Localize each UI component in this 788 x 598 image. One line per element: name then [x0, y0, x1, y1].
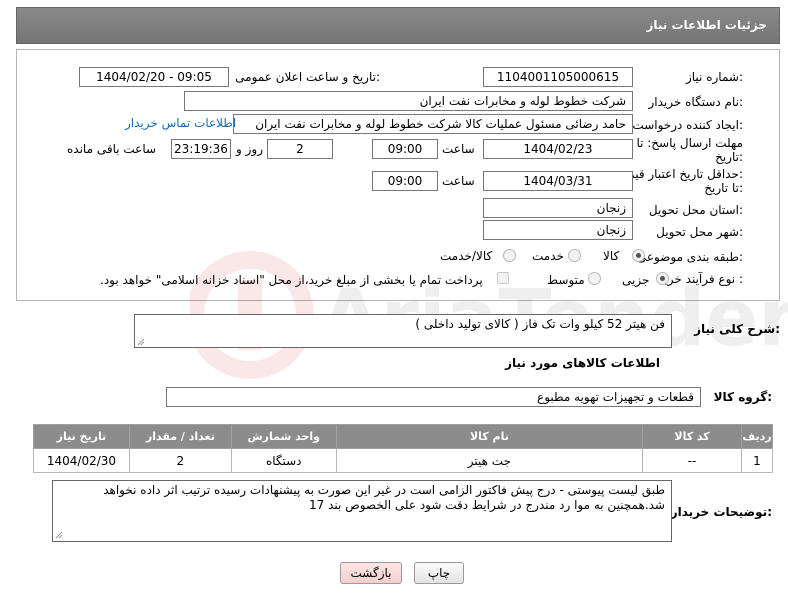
buyer-org-field[interactable]: شرکت خطوط لوله و مخابرات نفت ایران — [184, 91, 633, 111]
buyer-notes-label: توضیحات خریدار: — [670, 505, 772, 519]
category-radio-goods-service[interactable] — [503, 249, 516, 262]
reply-deadline-label-2: تاریخ: — [715, 150, 743, 164]
cell-item-name: جت هیتر — [335, 448, 644, 473]
creator-label: ایجاد کننده درخواست: — [632, 118, 743, 132]
category-radio-service[interactable] — [568, 249, 581, 262]
price-deadline-label-2: تا تاریخ: — [704, 181, 743, 195]
province-label: استان محل تحویل: — [648, 203, 743, 217]
city-field[interactable]: زنجان — [483, 220, 633, 240]
category-option-goods: کالا — [603, 249, 620, 263]
col-row: ردیف — [740, 424, 774, 449]
reply-time-field[interactable]: 09:00 — [372, 139, 438, 159]
purchase-radio-minor[interactable] — [656, 272, 669, 285]
cell-unit: دستگاه — [230, 448, 337, 473]
page-header: جزئیات اطلاعات نیاز — [16, 7, 780, 44]
category-option-goods-service: کالا/خدمت — [440, 249, 493, 263]
cell-quantity: 2 — [128, 448, 232, 473]
purchase-type-label: نوع فرآیند خرید : — [658, 272, 743, 286]
treasury-payment-checkbox[interactable] — [497, 272, 509, 284]
announce-field[interactable]: 1404/02/20 - 09:05 — [79, 67, 229, 87]
col-quantity: تعداد / مقدار — [128, 424, 232, 449]
need-number-label: شماره نیاز: — [685, 70, 743, 84]
table-row[interactable]: 1404/02/30 2 دستگاه جت هیتر -- 1 — [33, 448, 774, 473]
cell-row: 1 — [740, 448, 774, 473]
purchase-radio-medium[interactable] — [588, 272, 601, 285]
price-date-field[interactable]: 1404/03/31 — [483, 171, 633, 191]
price-time-field[interactable]: 09:00 — [372, 171, 438, 191]
resize-grip-icon[interactable] — [137, 338, 145, 346]
reply-deadline-label: مهلت ارسال پاسخ: تا — [636, 136, 743, 150]
announce-label: تاریخ و ساعت اعلان عمومی: — [235, 70, 380, 84]
treasury-payment-note: پرداخت تمام یا بخشی از مبلغ خرید،از محل … — [100, 273, 483, 287]
price-time-label: ساعت — [442, 174, 475, 188]
goods-group-field[interactable]: قطعات و تجهیزات تهویه مطبوع — [166, 387, 701, 407]
goods-group-label: گروه کالا: — [713, 390, 772, 404]
col-item-code: کد کالا — [642, 424, 742, 449]
province-field[interactable]: زنجان — [483, 198, 633, 218]
category-option-service: خدمت — [532, 249, 564, 263]
description-textarea[interactable]: فن هیتر 52 کیلو وات تک فاز ( کالای تولید… — [134, 314, 672, 348]
col-unit: واحد شمارش — [230, 424, 337, 449]
buyer-notes-line-1: طبق لیست پیوستی - درج پیش فاکتور الزامی … — [103, 483, 665, 497]
resize-grip-icon[interactable] — [55, 531, 63, 539]
print-button[interactable]: چاپ — [414, 562, 464, 584]
buyer-contact-link[interactable]: اطلاعات تماس خریدار — [125, 116, 236, 130]
category-radio-goods[interactable] — [632, 249, 645, 262]
days-label: روز و — [236, 142, 263, 156]
creator-field[interactable]: حامد رضائی مسئول عملیات کالا شرکت خطوط ل… — [233, 114, 633, 134]
description-label: شرح کلی نیاز: — [694, 322, 780, 336]
cell-item-code: -- — [642, 448, 742, 473]
buyer-notes-line-2: شد.همچنین به موا رد مندرج در شرایط دقت ش… — [309, 498, 665, 512]
remaining-time-label: ساعت باقی مانده — [67, 142, 157, 156]
purchase-option-minor: جزیی — [622, 273, 650, 287]
goods-section-title: اطلاعات کالاهای مورد نیاز — [505, 356, 660, 370]
buyer-org-label: نام دستگاه خریدار: — [648, 95, 744, 109]
col-item-name: نام کالا — [335, 424, 644, 449]
need-number-field[interactable]: 1104001105000615 — [483, 67, 633, 87]
reply-time-label: ساعت — [442, 142, 475, 156]
reply-date-field[interactable]: 1404/02/23 — [483, 139, 633, 159]
description-text: فن هیتر 52 کیلو وات تک فاز ( کالای تولید… — [415, 317, 665, 331]
category-label: طبقه بندی موضوعی: — [636, 250, 743, 264]
col-need-date: تاریخ نیاز — [33, 424, 130, 449]
goods-table: تاریخ نیاز تعداد / مقدار واحد شمارش نام … — [33, 424, 774, 473]
cell-need-date: 1404/02/30 — [33, 448, 130, 473]
goods-table-header: تاریخ نیاز تعداد / مقدار واحد شمارش نام … — [33, 424, 774, 449]
purchase-option-medium: متوسط — [547, 273, 585, 287]
days-field[interactable]: 2 — [267, 139, 333, 159]
price-deadline-label: حداقل تاریخ اعتبار قیمت: — [616, 167, 743, 181]
buyer-notes-textarea[interactable]: طبق لیست پیوستی - درج پیش فاکتور الزامی … — [52, 480, 672, 542]
city-label: شهر محل تحویل: — [656, 225, 743, 239]
remaining-time-field[interactable]: 23:19:36 — [171, 139, 231, 159]
back-button[interactable]: بازگشت — [340, 562, 402, 584]
page-title: جزئیات اطلاعات نیاز — [646, 18, 767, 32]
